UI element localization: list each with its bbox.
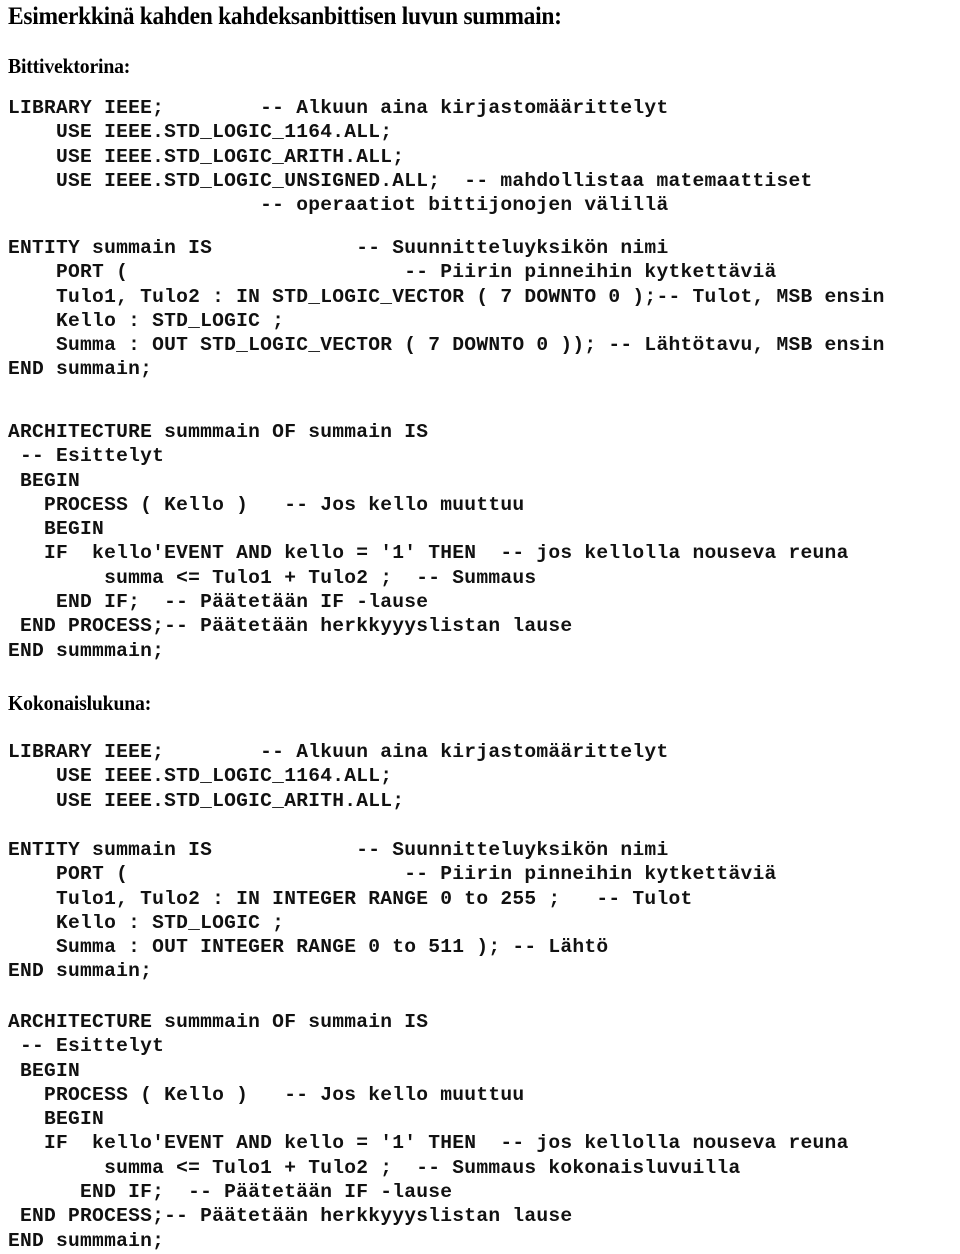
code-block-architecture-integer: ARCHITECTURE summmain OF summain IS -- E… bbox=[8, 1011, 849, 1252]
page-title: Esimerkkinä kahden kahdeksanbittisen luv… bbox=[8, 3, 562, 30]
code-block-architecture-vector: ARCHITECTURE summmain OF summain IS -- E… bbox=[8, 421, 849, 662]
code-block-library-declarations-integer: LIBRARY IEEE; -- Alkuun aina kirjastomää… bbox=[8, 741, 669, 812]
document-page: Esimerkkinä kahden kahdeksanbittisen luv… bbox=[0, 0, 960, 1254]
code-block-entity-declaration-vector: ENTITY summain IS -- Suunnitteluyksikön … bbox=[8, 237, 885, 381]
section-heading-bittivektorina: Bittivektorina: bbox=[8, 54, 131, 78]
section-heading-kokonaislukuna: Kokonaislukuna: bbox=[8, 691, 152, 715]
code-block-entity-declaration-integer: ENTITY summain IS -- Suunnitteluyksikön … bbox=[8, 839, 777, 983]
code-block-library-declarations-vector: LIBRARY IEEE; -- Alkuun aina kirjastomää… bbox=[8, 97, 813, 217]
